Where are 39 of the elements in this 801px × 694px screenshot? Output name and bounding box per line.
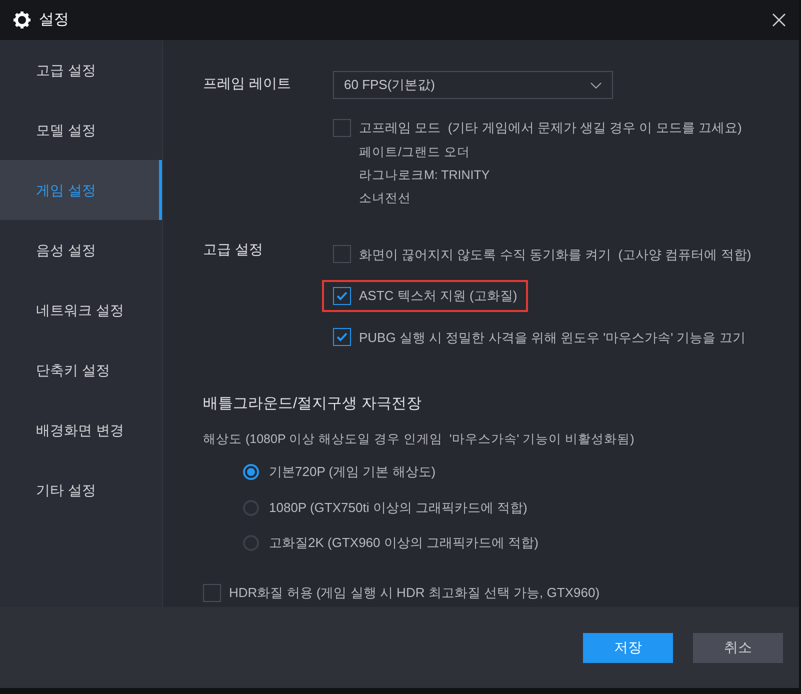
- check-icon: [336, 290, 348, 301]
- sidebar-item[interactable]: 기타 설정: [0, 460, 162, 520]
- check-icon: [336, 332, 348, 342]
- checkbox[interactable]: [203, 584, 221, 602]
- radio-button[interactable]: [243, 535, 259, 551]
- section-label: 프레임 레이트: [203, 74, 292, 93]
- checkbox[interactable]: [333, 328, 351, 346]
- radio-label: 1080P (GTX750ti 이상의 그래픽카드에 적합): [269, 498, 528, 517]
- radio-label: 고화질2K (GTX960 이상의 그래픽카드에 적합): [269, 534, 538, 552]
- checkbox[interactable]: [333, 286, 351, 305]
- checkbox-label: 고프레임 모드 (기타 게임에서 문제가 생길 경우 이 모드를 끄세요): [359, 119, 742, 137]
- sidebar-item[interactable]: 음성 설정: [0, 220, 162, 280]
- sidebar-item[interactable]: 네트워크 설정: [0, 280, 162, 340]
- gear-icon: [13, 11, 31, 29]
- radio-label: 기본720P (게임 기본 해상도): [269, 463, 436, 482]
- game-name: 페이트/그랜드 오더: [359, 144, 471, 161]
- chevron-down-icon: [590, 82, 602, 88]
- checkbox-label: PUBG 실행 시 정밀한 사격을 위해 윈도우 '마우스가속' 기능을 끄기: [359, 328, 746, 346]
- sidebar-item[interactable]: 고급 설정: [0, 40, 162, 100]
- window-title: 설정: [39, 10, 69, 30]
- checkbox-label: ASTC 텍스처 지원 (고화질): [359, 287, 518, 305]
- sidebar-item[interactable]: 배경화면 변경: [0, 400, 162, 460]
- sidebar-item[interactable]: 게임 설정: [0, 160, 162, 220]
- section-label: 고급 설정: [203, 240, 264, 258]
- radio-button[interactable]: [243, 464, 259, 480]
- checkbox-label: HDR화질 허용 (게임 실행 시 HDR 최고화질 선택 가능, GTX960): [229, 584, 600, 602]
- cancel-button[interactable]: 취소: [693, 632, 783, 662]
- checkbox-label: 화면이 끊어지지 않도록 수직 동기화를 켜기 (고사양 컴퓨터에 적합): [359, 246, 752, 264]
- section-heading: 배틀그라운드/절지구생 자극전장: [203, 394, 422, 414]
- checkbox[interactable]: [333, 245, 351, 264]
- game-name: 소녀전선: [359, 190, 412, 207]
- sidebar-item[interactable]: 단축키 설정: [0, 340, 162, 400]
- radio-button[interactable]: [243, 500, 259, 516]
- resolution-note: 해상도 (1080P 이상 해상도일 경우 인게임 '마우스가속' 기능이 비활성화됨): [203, 430, 636, 448]
- close-icon[interactable]: [772, 13, 786, 27]
- frame-rate-dropdown[interactable]: 60 FPS(기본값): [333, 71, 613, 99]
- sidebar-item[interactable]: 모델 설정: [0, 100, 162, 160]
- game-name: 라그나로크M: TRINITY: [359, 166, 491, 184]
- checkbox[interactable]: [333, 118, 351, 137]
